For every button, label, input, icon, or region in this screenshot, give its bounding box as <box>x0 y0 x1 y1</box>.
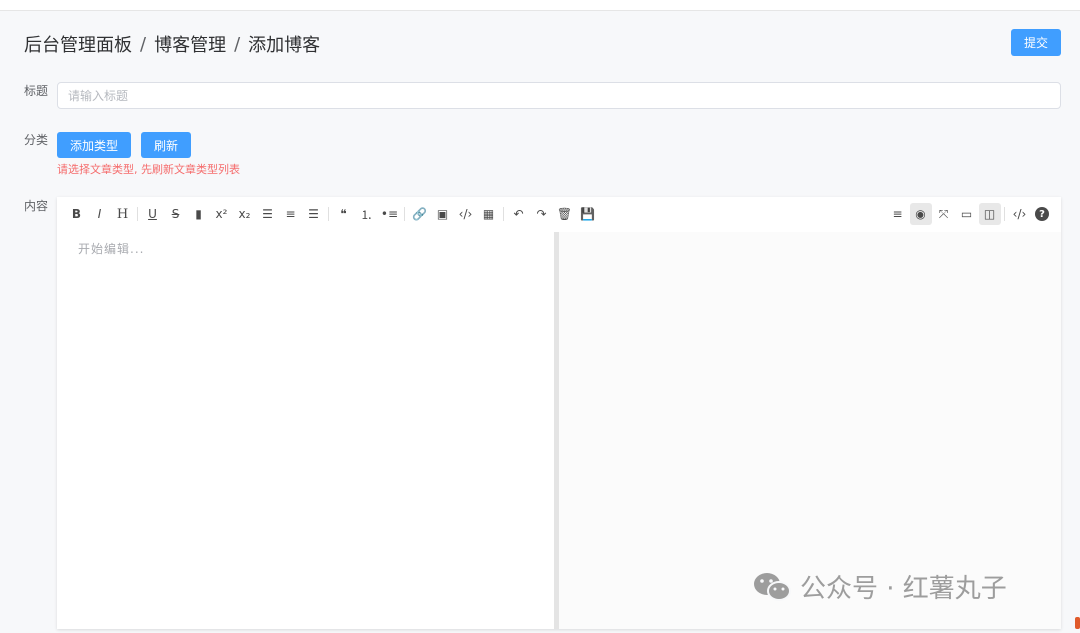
editor-toolbar: B I H U S ▮ x² x₂ ☰ ≡ ☰ ❝ ⒈ •≡ 🔗 ▣ ‹/› ▦ ↶ ↷ 🗑 💾 ≡ ◉ ⤧ ▭ ◫ ‹/›? <box>57 197 1061 232</box>
category-hint: 请选择文章类型, 先刷新文章类型列表 <box>57 163 240 176</box>
undo-icon[interactable]: ↶ <box>508 203 530 225</box>
quote-icon[interactable]: ❝ <box>333 203 355 225</box>
toolbar-separator <box>328 207 329 221</box>
corner-marker <box>1075 617 1080 629</box>
read-mode-icon[interactable]: ▭ <box>956 203 978 225</box>
navigation-icon[interactable]: ≡ <box>887 203 909 225</box>
markdown-editor: B I H U S ▮ x² x₂ ☰ ≡ ☰ ❝ ⒈ •≡ 🔗 ▣ ‹/› ▦ ↶ ↷ 🗑 💾 ≡ ◉ ⤧ ▭ ◫ ‹/›? <box>57 197 1061 629</box>
header-icon[interactable]: H <box>112 203 134 225</box>
table-icon[interactable]: ▦ <box>478 203 500 225</box>
mark-icon[interactable]: ▮ <box>188 203 210 225</box>
refresh-button[interactable]: 刷新 <box>141 132 191 158</box>
title-label: 标题 <box>24 84 49 98</box>
toolbar-separator <box>137 207 138 221</box>
subscript-icon[interactable]: x₂ <box>234 203 256 225</box>
breadcrumb-separator: / <box>140 33 147 55</box>
ordered-list-icon[interactable]: ⒈ <box>356 203 378 225</box>
add-type-button[interactable]: 添加类型 <box>57 132 131 158</box>
toolbar-separator <box>503 207 504 221</box>
underline-icon[interactable]: U <box>142 203 164 225</box>
breadcrumb: 后台管理面板 / 博客管理 / 添加博客 <box>24 31 320 57</box>
align-center-icon[interactable]: ≡ <box>280 203 302 225</box>
subfield-icon[interactable]: ◫ <box>978 203 1001 225</box>
unordered-list-icon[interactable]: •≡ <box>379 203 401 225</box>
bold-icon[interactable]: B <box>66 203 88 225</box>
trash-icon[interactable]: 🗑 <box>554 203 576 225</box>
toolbar-separator <box>1004 207 1005 221</box>
watermark: 公众号 · 红薯丸子 <box>752 568 1007 605</box>
breadcrumb-item-dashboard[interactable]: 后台管理面板 <box>24 31 132 57</box>
toolbar-left-group: B I H U S ▮ x² x₂ ☰ ≡ ☰ ❝ ⒈ •≡ 🔗 ▣ ‹/› ▦ ↶ ↷ 🗑 💾 <box>65 203 599 225</box>
editor-input-pane <box>57 232 554 629</box>
breadcrumb-item-blog-management[interactable]: 博客管理 <box>154 31 226 57</box>
html-code-icon[interactable]: ‹/› <box>1009 203 1031 225</box>
image-icon[interactable]: ▣ <box>432 203 454 225</box>
fullscreen-icon[interactable]: ⤧ <box>933 203 955 225</box>
code-icon[interactable]: ‹/› <box>455 203 477 225</box>
wechat-icon <box>754 572 791 601</box>
save-icon[interactable]: 💾 <box>577 203 599 225</box>
breadcrumb-item-add-blog: 添加博客 <box>248 35 321 56</box>
submit-button[interactable]: 提交 <box>1011 29 1061 56</box>
help-icon[interactable]: ? <box>1035 207 1049 221</box>
title-input[interactable] <box>57 82 1061 109</box>
toolbar-right-group: ≡ ◉ ⤧ ▭ ◫ ‹/›? <box>886 203 1053 225</box>
top-bar <box>0 0 1080 11</box>
redo-icon[interactable]: ↷ <box>531 203 553 225</box>
align-left-icon[interactable]: ☰ <box>257 203 279 225</box>
superscript-icon[interactable]: x² <box>211 203 233 225</box>
italic-icon[interactable]: I <box>89 203 111 225</box>
strikethrough-icon[interactable]: S <box>165 203 187 225</box>
watermark-text: 公众号 · 红薯丸子 <box>800 574 1007 604</box>
preview-toggle-icon[interactable]: ◉ <box>909 203 932 225</box>
content-label: 内容 <box>24 199 49 213</box>
category-label: 分类 <box>24 133 49 147</box>
link-icon[interactable]: 🔗 <box>409 203 431 225</box>
align-right-icon[interactable]: ☰ <box>303 203 325 225</box>
toolbar-separator <box>404 207 405 221</box>
content-editor-textarea[interactable] <box>57 232 554 629</box>
breadcrumb-separator: / <box>234 33 241 55</box>
